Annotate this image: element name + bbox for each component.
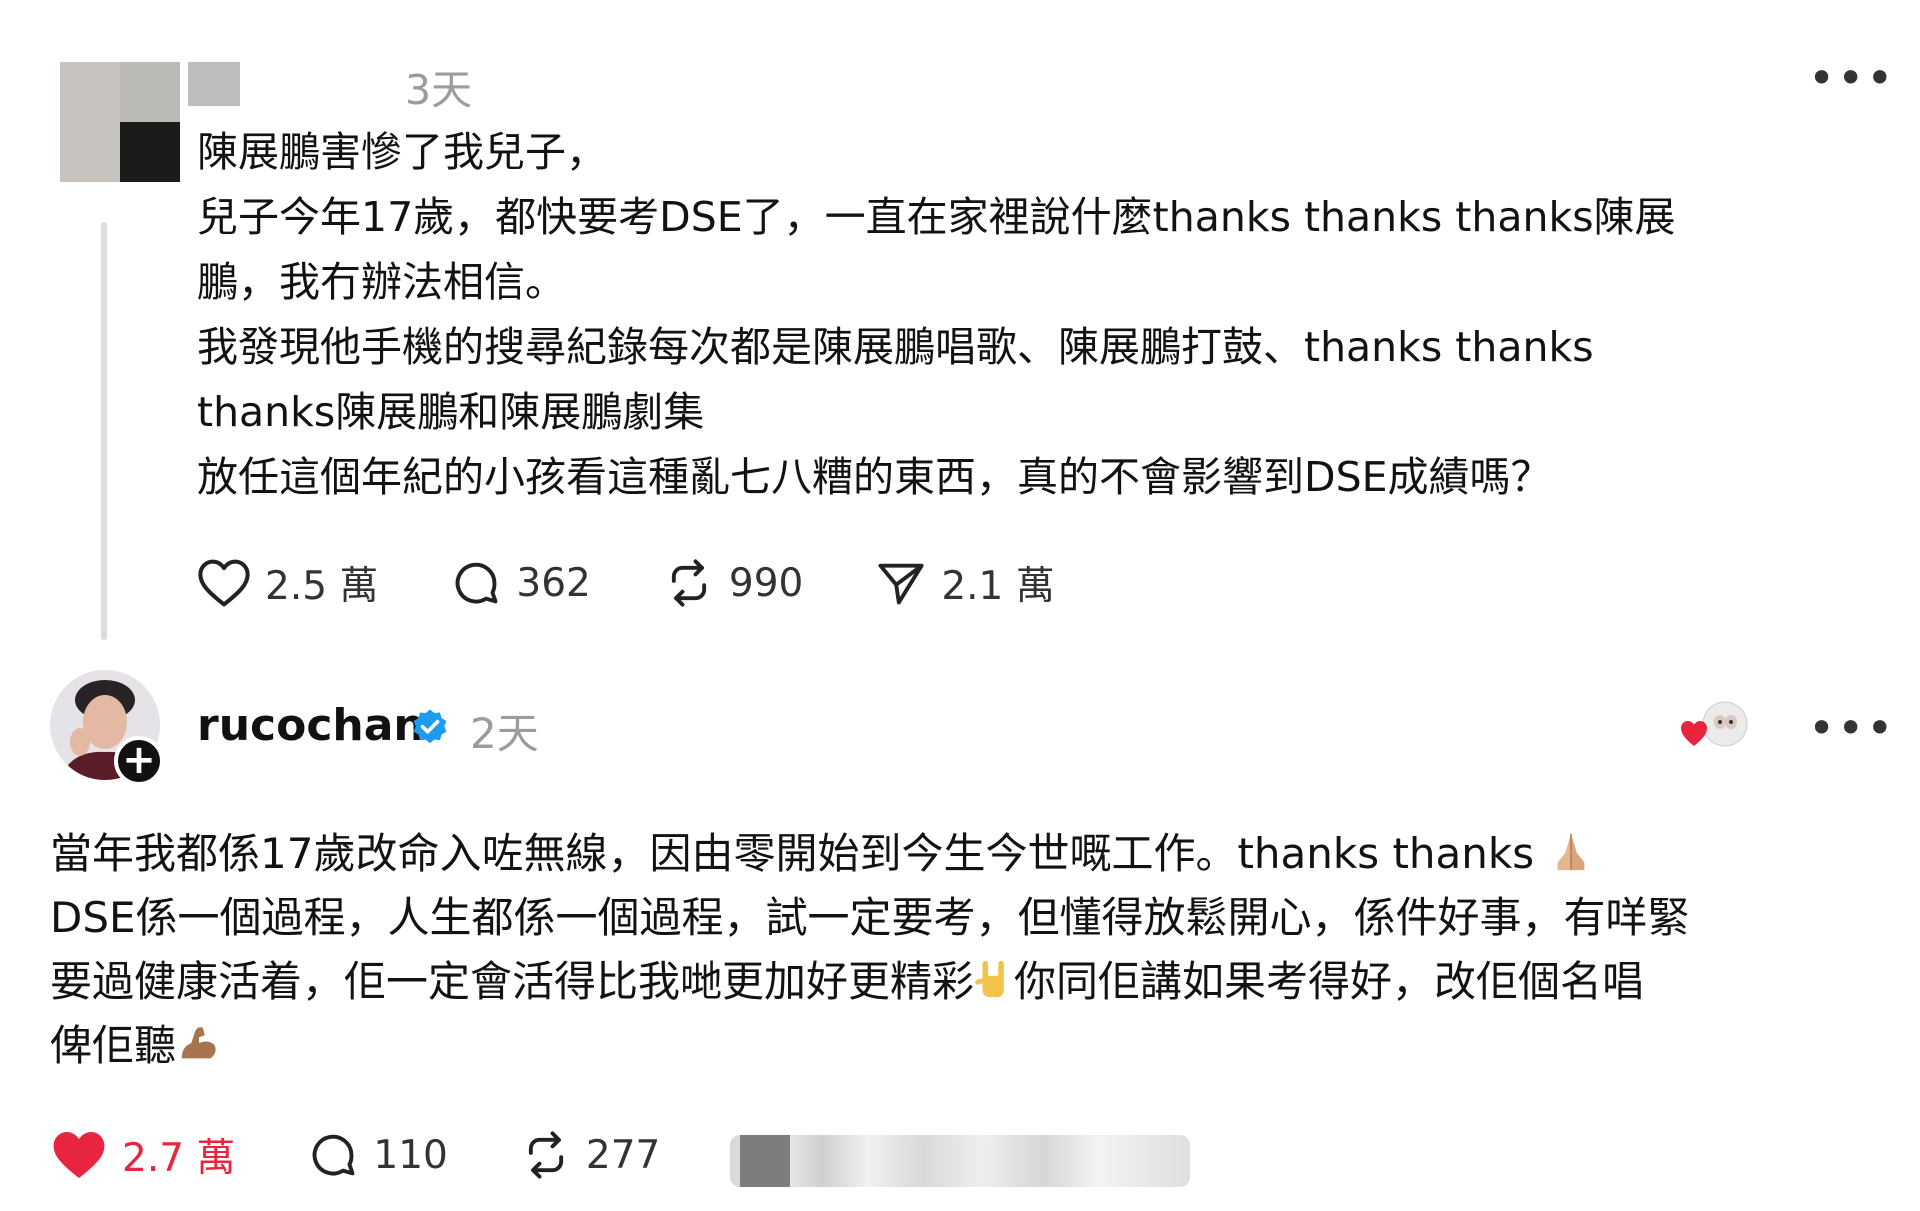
author-name-blurred[interactable] — [188, 62, 240, 106]
comment-count: 362 — [516, 560, 591, 606]
comment-bubble-icon — [456, 562, 498, 604]
reply-line: 俾佢聽 — [50, 1014, 1850, 1078]
reply-text: 當年我都係17歲改命入咗無線￼，因由零開始到今生今世嘅工作￼￼。thanks t… — [50, 822, 1850, 1078]
post-text: 陳展鵬害慘了我兒子， 兒子今年17歲，都快要考DSE了，一直在家裡說什麼than… — [197, 120, 1837, 510]
reply-like-count: 2.7 萬 — [122, 1136, 236, 1181]
reply-repost-count: 277 — [585, 1132, 661, 1178]
reply-line: 要過健康活着，佢一定會活得比我哋更加好更精彩￼ 你同佢講如果考得好，改佢個名唱 — [50, 957, 1645, 1006]
comment-bubble-icon — [313, 1134, 355, 1176]
more-options-icon[interactable]: ••• — [1808, 55, 1895, 101]
author-avatar-blurred[interactable] — [60, 62, 180, 182]
heart-icon — [198, 559, 250, 607]
blurred-watermark — [730, 1135, 1190, 1187]
flexed-biceps-icon — [181, 1027, 216, 1059]
repost-count: 990 — [728, 560, 804, 606]
praying-hands-icon — [1558, 833, 1585, 871]
like-count: 2.5 萬 — [265, 564, 379, 609]
repost-icon — [528, 1131, 563, 1179]
reply-comment-count: 110 — [373, 1132, 448, 1178]
send-icon — [878, 563, 924, 605]
repost-icon — [671, 559, 706, 607]
post-line: 兒子今年17歲，都快要考DSE了，一直在家裡說什麼thanks thanks t… — [197, 193, 1676, 241]
post-line: 我發現他手機的搜尋紀錄每次都是陳展鵬唱歌、陳展鵬打鼓、thanks thanks — [197, 323, 1594, 371]
heart-filled-icon — [53, 1132, 105, 1178]
verified-badge-icon — [413, 709, 447, 744]
reply-like-button[interactable]: 2.7 萬 — [50, 1127, 235, 1183]
post-line: 鵬，我冇辦法相信。 — [197, 258, 566, 306]
rock-hand-icon — [975, 960, 1004, 998]
share-count: 2.1 萬 — [941, 564, 1055, 609]
repost-button[interactable]: 990 — [663, 557, 803, 609]
reply-repost-button[interactable]: 277 — [520, 1129, 660, 1181]
comment-button[interactable]: 362 — [450, 557, 591, 609]
reply-line: DSE係一個過程，人生都係一個過程，試一定要考，但懂得放鬆開心，係件好事，有咩緊 — [50, 893, 1690, 942]
reply-more-options-icon[interactable]: ••• — [1808, 705, 1895, 751]
reply-line: 當年我都係17歲改命入咗無線￼，因由零開始到今生今世嘅工作￼￼。thanks t… — [50, 822, 1850, 886]
like-button[interactable]: 2.5 萬 — [197, 555, 378, 611]
reply-action-bar: 2.7 萬 110 277 — [50, 1127, 732, 1183]
post-time: 3天 — [405, 66, 473, 114]
reply-comment-button[interactable]: 110 — [307, 1129, 448, 1181]
post-line: thanks陳展鵬和陳展鵬劇集 — [197, 388, 705, 436]
reply-time: 2天 — [470, 709, 539, 758]
post-line: 放任這個年紀的小孩看這種亂七八糟的東西，真的不會影響到DSE成績嗎？ — [197, 453, 1552, 501]
follow-plus-button[interactable]: + — [114, 736, 164, 786]
share-button[interactable]: 2.1 萬 — [875, 555, 1055, 611]
liked-by-author-indicator — [1680, 700, 1748, 756]
post-action-bar: 2.5 萬 362 990 2.1 萬 — [197, 555, 1127, 611]
username[interactable]: rucochan — [197, 700, 425, 751]
thread-connector-line — [101, 222, 107, 640]
post-line: 陳展鵬害慘了我兒子， — [197, 128, 607, 176]
